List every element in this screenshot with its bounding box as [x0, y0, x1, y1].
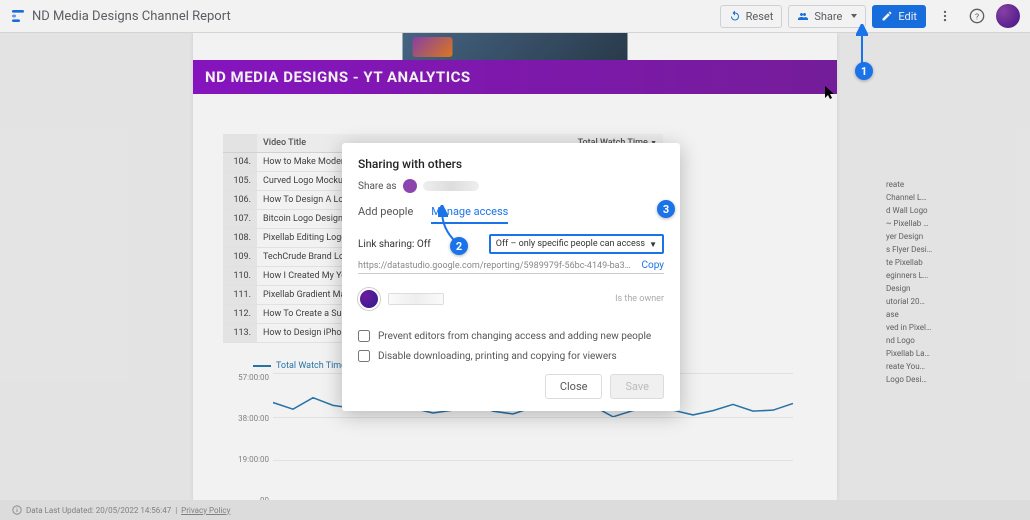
side-list-item: te Pixellab: [886, 256, 1026, 269]
row-index: 104.: [223, 153, 257, 172]
share-as-name-redacted: [423, 181, 479, 191]
link-sharing-value: Off – only specific people can access: [496, 239, 645, 249]
footer: Data Last Updated: 20/05/2022 14:56:47 |…: [0, 500, 1030, 520]
help-icon: ?: [969, 8, 985, 24]
share-as-row: Share as: [358, 179, 664, 193]
row-index: 113.: [223, 324, 257, 343]
tab-add-people[interactable]: Add people: [358, 205, 413, 224]
svg-text:?: ?: [975, 12, 979, 22]
top-bar: ND Media Designs Channel Report Reset Sh…: [0, 0, 1030, 33]
info-icon: [12, 505, 22, 515]
row-index: 108.: [223, 229, 257, 248]
share-as-label: Share as: [358, 181, 397, 192]
side-list-item: Design: [886, 282, 1026, 295]
share-url[interactable]: https://datastudio.google.com/reporting/…: [358, 261, 633, 271]
header-image: [403, 33, 628, 60]
side-list-item: ase: [886, 308, 1026, 321]
opt-disable-download-checkbox[interactable]: [358, 350, 370, 362]
owner-avatar: [358, 288, 380, 310]
opt-prevent-editors[interactable]: Prevent editors from changing access and…: [358, 330, 664, 342]
copy-link-button[interactable]: Copy: [641, 260, 664, 271]
row-index: 107.: [223, 210, 257, 229]
chevron-down-icon: ▼: [649, 240, 657, 249]
footer-meta: Data Last Updated: 20/05/2022 14:56:47: [26, 506, 171, 515]
side-list-item: reate: [886, 178, 1026, 191]
row-index: 110.: [223, 267, 257, 286]
pencil-icon: [881, 10, 893, 22]
edit-button[interactable]: Edit: [872, 5, 926, 28]
row-index: 105.: [223, 172, 257, 191]
callout-3: 3: [657, 200, 675, 218]
datastudio-logo-icon: [10, 8, 26, 24]
link-sharing-select[interactable]: Off – only specific people can access ▼: [489, 234, 664, 254]
row-index: 112.: [223, 305, 257, 324]
privacy-policy-link[interactable]: Privacy Policy: [181, 506, 230, 515]
edit-label: Edit: [898, 10, 917, 23]
side-list-item: s Flyer Desi…: [886, 243, 1026, 256]
callout-1: 1: [855, 62, 873, 80]
reset-label: Reset: [746, 10, 774, 23]
side-list-item: Channel L…: [886, 191, 1026, 204]
owner-badge: Is the owner: [615, 294, 664, 304]
report-title: ND Media Designs Channel Report: [32, 9, 231, 24]
share-dialog: Sharing with others Share as Add people …: [342, 143, 680, 411]
col-index[interactable]: [223, 134, 257, 153]
close-button[interactable]: Close: [545, 374, 603, 399]
owner-name-redacted: [388, 293, 444, 305]
row-index: 109.: [223, 248, 257, 267]
user-avatar[interactable]: [996, 4, 1020, 28]
callout-2: 2: [450, 237, 468, 255]
reset-button[interactable]: Reset: [720, 5, 783, 28]
side-list-item: nd Logo: [886, 334, 1026, 347]
share-dialog-title: Sharing with others: [358, 157, 664, 171]
share-tabs: Add people Manage access: [358, 205, 664, 224]
share-icon: [797, 10, 809, 22]
owner-row: Is the owner: [358, 288, 664, 310]
chevron-down-icon: [851, 14, 857, 18]
side-list-item: utorial 20…: [886, 295, 1026, 308]
more-menu-button[interactable]: [932, 3, 958, 29]
side-list-item: ved in Pixel…: [886, 321, 1026, 334]
opt-prevent-editors-checkbox[interactable]: [358, 330, 370, 342]
cursor-icon: [825, 86, 835, 100]
share-label: Share: [814, 10, 842, 23]
side-list-item: Logo Desi…: [886, 373, 1026, 386]
report-banner: ND MEDIA DESIGNS - YT ANALYTICS: [193, 60, 837, 94]
side-list-item: ~ Pixellab …: [886, 217, 1026, 230]
link-sharing-label: Link sharing: Off: [358, 239, 431, 250]
undo-icon: [729, 10, 741, 22]
side-list-item: d Wall Logo: [886, 204, 1026, 217]
help-button[interactable]: ?: [964, 3, 990, 29]
save-button: Save: [610, 374, 664, 399]
share-as-avatar: [403, 179, 417, 193]
opt-disable-download[interactable]: Disable downloading, printing and copyin…: [358, 350, 664, 362]
row-index: 106.: [223, 191, 257, 210]
side-list-item: reate You…: [886, 360, 1026, 373]
row-index: 111.: [223, 286, 257, 305]
side-list-item: yer Design: [886, 230, 1026, 243]
side-list-item: Pixellab La…: [886, 347, 1026, 360]
more-vert-icon: [938, 9, 952, 23]
side-list-item: eginners L…: [886, 269, 1026, 282]
side-title-list: reateChannel L…d Wall Logo~ Pixellab …ye…: [886, 178, 1026, 386]
